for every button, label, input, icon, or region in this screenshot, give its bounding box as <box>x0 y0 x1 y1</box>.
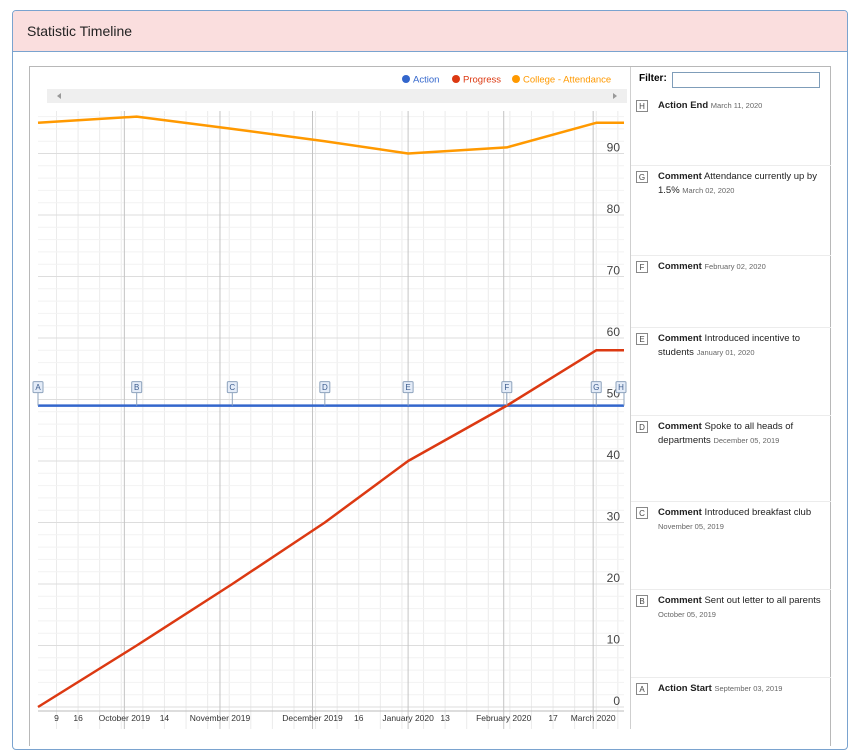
flag-letter: E <box>405 383 410 392</box>
y-tick-label: 90 <box>607 141 621 155</box>
x-tick-label: 16 <box>354 713 364 723</box>
flag-letter: A <box>35 383 41 392</box>
y-tick-label: 80 <box>607 202 621 216</box>
x-tick-label: February 2020 <box>476 713 532 723</box>
event-date: December 05, 2019 <box>713 436 780 445</box>
panel-header: Statistic Timeline <box>13 11 847 52</box>
event-letter-box: E <box>636 333 648 345</box>
panel-title: Statistic Timeline <box>27 23 133 39</box>
event-letter-box: D <box>636 421 648 433</box>
event-letter-box: C <box>636 507 648 519</box>
event-date: September 03, 2019 <box>714 684 783 693</box>
event-title: Action Start <box>658 683 712 694</box>
filter-input[interactable] <box>672 72 820 88</box>
annotation-flag-e[interactable]: E <box>402 381 414 406</box>
x-tick-label: 17 <box>548 713 558 723</box>
event-text: Comment Spoke to all heads of department… <box>658 420 828 448</box>
annotations-sidebar: Filter: H Action End March 11, 2020 G Comme… <box>630 67 831 729</box>
event-date: February 02, 2020 <box>704 262 766 271</box>
timeline-chart-container: Action Progress College - Attendance 0 10 20… <box>29 66 831 746</box>
event-letter-box: A <box>636 683 648 695</box>
event-title: Action End <box>658 100 709 111</box>
event-item[interactable]: C Comment Introduced breakfast club Novem… <box>631 501 831 589</box>
event-item[interactable]: E Comment Introduced incentive to student… <box>631 327 831 415</box>
flag-letter: C <box>229 383 235 392</box>
legend-label: Action <box>413 75 439 86</box>
flag-letter: F <box>504 383 509 392</box>
chart-legend: Action Progress College - Attendance <box>402 75 611 86</box>
timeline-chart: Action Progress College - Attendance 0 10 20… <box>32 75 627 729</box>
event-title: Comment <box>658 421 702 432</box>
scrollbar-track[interactable] <box>47 89 627 103</box>
flag-letter: H <box>618 383 624 392</box>
range-scrollbar[interactable] <box>47 89 627 103</box>
x-tick-label: October 2019 <box>99 713 151 723</box>
y-tick-label: 60 <box>607 325 621 339</box>
event-title: Comment <box>658 333 702 344</box>
y-tick-label: 10 <box>607 633 621 647</box>
series-line-college-attendance <box>37 115 624 155</box>
flag-letter: G <box>593 383 599 392</box>
event-letter-box: B <box>636 595 648 607</box>
x-tick-label: January 2020 <box>382 713 434 723</box>
x-tick-label: 16 <box>73 713 83 723</box>
legend-label: College - Attendance <box>523 75 611 86</box>
legend-swatch <box>512 75 520 83</box>
chart-annotation-flags: A B C D E F G H <box>32 381 627 406</box>
legend-swatch <box>402 75 410 83</box>
x-tick-label: 14 <box>160 713 170 723</box>
x-tick-label: 13 <box>440 713 450 723</box>
event-text: Comment Attendance currently up by 1.5% … <box>658 170 828 198</box>
event-text: Action End March 11, 2020 <box>658 99 828 113</box>
annotation-flag-d[interactable]: D <box>319 381 331 406</box>
flag-letter: B <box>134 383 139 392</box>
event-title: Comment <box>658 595 702 606</box>
x-tick-label: March 2020 <box>571 713 616 723</box>
event-text: Comment February 02, 2020 <box>658 260 828 274</box>
y-tick-label: 0 <box>613 694 620 708</box>
event-item[interactable]: D Comment Spoke to all heads of departmen… <box>631 415 831 501</box>
event-date: March 11, 2020 <box>710 101 763 110</box>
legend-label: Progress <box>463 75 501 86</box>
annotation-flag-a[interactable]: A <box>32 381 44 406</box>
event-date: November 05, 2019 <box>658 522 724 531</box>
event-text: Action Start September 03, 2019 <box>658 682 828 696</box>
event-date: October 05, 2019 <box>658 610 716 619</box>
filter-label: Filter: <box>639 73 667 84</box>
event-text: Comment Introduced breakfast club Novemb… <box>658 506 828 534</box>
event-item[interactable]: G Comment Attendance currently up by 1.5%… <box>631 165 831 255</box>
event-letter-box: H <box>636 100 648 112</box>
series-line-progress <box>37 349 624 709</box>
event-title: Comment <box>658 507 702 518</box>
event-text: Comment Sent out letter to all parents O… <box>658 594 828 622</box>
event-letter-box: G <box>636 171 648 183</box>
event-description: Introduced breakfast club <box>704 507 812 518</box>
event-text: Comment Introduced incentive to students… <box>658 332 828 360</box>
flag-letter: D <box>322 383 328 392</box>
annotation-flag-b[interactable]: B <box>131 381 143 406</box>
y-tick-label: 70 <box>607 264 621 278</box>
event-date: March 02, 2020 <box>682 186 735 195</box>
event-letter-box: F <box>636 261 648 273</box>
event-item[interactable]: F Comment February 02, 2020 <box>631 255 831 327</box>
event-item[interactable]: A Action Start September 03, 2019 <box>631 677 831 729</box>
event-title: Comment <box>658 261 702 272</box>
event-date: January 01, 2020 <box>696 348 755 357</box>
event-item[interactable]: B Comment Sent out letter to all parents … <box>631 589 831 677</box>
y-tick-label: 20 <box>607 571 621 585</box>
x-tick-label: December 2019 <box>282 713 343 723</box>
x-tick-label: November 2019 <box>190 713 251 723</box>
y-tick-label: 40 <box>607 448 621 462</box>
event-description: Sent out letter to all parents <box>704 595 821 606</box>
legend-swatch <box>452 75 460 83</box>
event-title: Comment <box>658 171 702 182</box>
event-item[interactable]: H Action End March 11, 2020 <box>631 95 831 165</box>
chart-grid <box>38 111 624 729</box>
x-tick-label: 9 <box>54 713 59 723</box>
y-tick-label: 30 <box>607 510 621 524</box>
